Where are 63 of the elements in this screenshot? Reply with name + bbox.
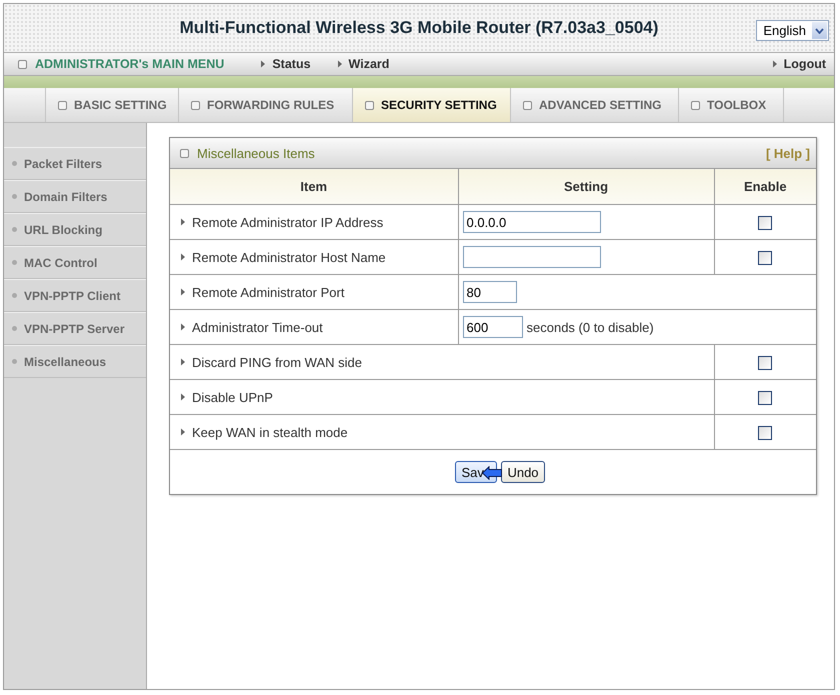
dot-bullet-icon <box>12 227 17 232</box>
dot-bullet-icon <box>12 326 17 331</box>
item-label: Disable UPnP <box>192 390 273 404</box>
item-label: Administrator Time-out <box>192 320 323 334</box>
dot-bullet-icon <box>12 260 17 265</box>
sidebar-link[interactable]: MAC Control <box>4 246 146 279</box>
dot-bullet-icon <box>12 161 17 166</box>
dot-bullet-icon <box>12 359 17 364</box>
sidebar-link[interactable]: VPN-PPTP Server <box>4 312 146 345</box>
hint-text: seconds (0 to disable) <box>526 320 654 334</box>
sidebar-link[interactable]: Packet Filters <box>4 147 146 180</box>
item-label: Discard PING from WAN side <box>192 354 362 370</box>
dot-bullet-icon <box>12 293 17 298</box>
triangle-bullet-icon <box>772 60 778 68</box>
checkbox[interactable] <box>758 356 772 370</box>
arrow-pointer-icon <box>482 466 502 480</box>
triangle-bullet-icon <box>180 428 186 436</box>
nav-tab[interactable]: SECURITY SETTING <box>352 88 510 122</box>
checkbox[interactable] <box>758 390 772 405</box>
checkbox[interactable] <box>758 216 772 230</box>
triangle-bullet-icon <box>180 253 186 261</box>
item-label: Remote Administrator Port <box>192 284 344 300</box>
panel-title: Miscellaneous Items <box>197 146 315 160</box>
help-link[interactable]: [ Help ] <box>766 146 810 160</box>
square-bullet-icon <box>191 100 200 110</box>
item-label: Remote Administrator IP Address <box>192 214 384 230</box>
sidebar-link[interactable]: VPN-PPTP Client <box>4 279 146 312</box>
sidebar-link[interactable]: Miscellaneous <box>4 345 146 378</box>
column-header: Item <box>170 168 458 204</box>
triangle-bullet-icon <box>260 60 266 68</box>
square-bullet-icon <box>58 100 67 110</box>
checkbox[interactable] <box>758 426 772 440</box>
language-select[interactable]: English <box>756 20 829 41</box>
text-field[interactable]: 80 <box>462 281 516 303</box>
dot-bullet-icon <box>12 194 17 199</box>
menu-link[interactable]: Wizard <box>336 57 390 71</box>
triangle-bullet-icon <box>180 393 186 401</box>
checkbox[interactable] <box>758 250 772 265</box>
undo-button[interactable]: Undo <box>501 461 545 483</box>
menu-title: ADMINISTRATOR's MAIN MENU <box>35 57 224 71</box>
triangle-bullet-icon <box>180 218 186 226</box>
triangle-bullet-icon <box>180 288 186 296</box>
square-bullet-icon <box>691 100 700 110</box>
sidebar-link[interactable]: URL Blocking <box>4 213 146 246</box>
caret-icon <box>815 28 824 34</box>
square-bullet-icon <box>365 100 374 110</box>
column-header: Setting <box>458 168 714 204</box>
logout-link[interactable]: Logout <box>772 57 826 71</box>
menu-link[interactable]: Status <box>260 57 311 71</box>
text-field[interactable]: 600 <box>462 316 522 338</box>
page-title: Multi-Functional Wireless 3G Mobile Router (R7.03a3_0504) <box>180 18 658 38</box>
square-bullet-icon <box>180 148 189 158</box>
square-bullet-icon <box>18 60 27 68</box>
item-label: Keep WAN in stealth mode <box>192 424 348 440</box>
triangle-bullet-icon <box>336 60 343 68</box>
square-bullet-icon <box>523 100 532 110</box>
item-label: Remote Administrator Host Name <box>192 250 386 264</box>
triangle-bullet-icon <box>180 323 186 331</box>
column-header: Enable <box>714 168 816 204</box>
text-field[interactable] <box>462 246 600 268</box>
sidebar-link[interactable]: Domain Filters <box>4 180 146 213</box>
text-field[interactable]: 0.0.0.0 <box>462 211 600 233</box>
triangle-bullet-icon <box>180 358 186 366</box>
